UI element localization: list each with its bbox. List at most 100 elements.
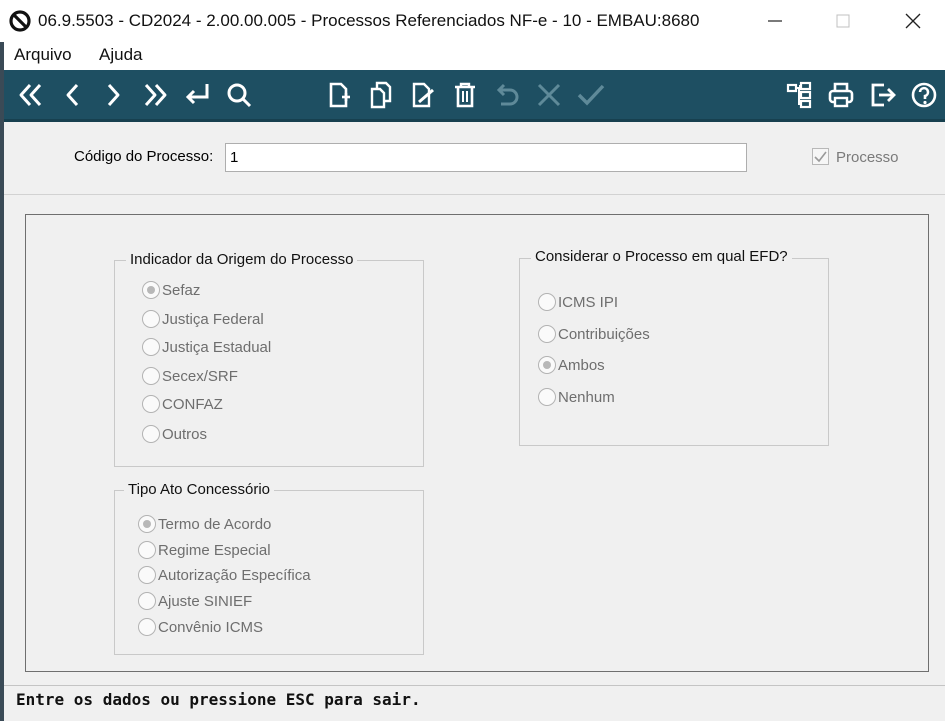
minimize-icon xyxy=(768,20,782,22)
radio-button[interactable] xyxy=(138,515,156,533)
close-button[interactable] xyxy=(890,0,936,42)
radio-label: Ajuste SINIEF xyxy=(158,592,253,610)
window-title: 06.9.5503 - CD2024 - 2.00.00.005 - Proce… xyxy=(38,11,700,30)
radio-label: Regime Especial xyxy=(158,541,271,559)
processo-label: Processo xyxy=(836,149,898,166)
radio-tipo-regime-especial[interactable]: Regime Especial xyxy=(138,541,271,559)
radio-label: Justiça Federal xyxy=(162,310,264,328)
cancel-icon xyxy=(537,83,561,107)
new-record-button[interactable] xyxy=(322,78,356,112)
radio-label: ICMS IPI xyxy=(558,293,619,311)
codigo-label: Código do Processo: xyxy=(74,148,214,165)
radio-tipo-autorizacao[interactable]: Autorização Específica xyxy=(138,566,311,584)
print-icon xyxy=(828,82,854,108)
undo-button[interactable] xyxy=(490,78,524,112)
maximize-button[interactable] xyxy=(820,0,866,42)
exit-button[interactable] xyxy=(866,78,900,112)
radio-button[interactable] xyxy=(142,281,160,299)
structure-button[interactable] xyxy=(782,78,816,112)
radio-label: Sefaz xyxy=(162,281,201,299)
processo-checkbox[interactable] xyxy=(812,148,829,165)
radio-label: Convênio ICMS xyxy=(158,618,264,636)
next-record-icon xyxy=(107,83,120,107)
radio-label: Termo de Acordo xyxy=(158,515,272,533)
radio-origem-sefaz[interactable]: Sefaz xyxy=(142,281,200,299)
radio-efd-ambos[interactable]: Ambos xyxy=(538,356,605,374)
help-button[interactable] xyxy=(907,78,941,112)
radio-button[interactable] xyxy=(138,541,156,559)
previous-record-button[interactable] xyxy=(56,78,90,112)
search-icon xyxy=(227,83,252,108)
tree-structure-icon xyxy=(786,81,812,109)
enter-icon xyxy=(185,84,209,105)
next-record-button[interactable] xyxy=(96,78,130,112)
cancel-button[interactable] xyxy=(532,78,566,112)
radio-origem-justica-estadual[interactable]: Justiça Estadual xyxy=(142,338,271,356)
print-button[interactable] xyxy=(824,78,858,112)
radio-button[interactable] xyxy=(538,388,556,406)
radio-button[interactable] xyxy=(142,338,160,356)
checkmark-icon xyxy=(814,151,827,163)
efd-group xyxy=(519,258,829,446)
radio-tipo-ajuste-sinief[interactable]: Ajuste SINIEF xyxy=(138,592,252,610)
radio-label: Justiça Estadual xyxy=(162,338,272,356)
radio-button[interactable] xyxy=(138,618,156,636)
exit-icon xyxy=(871,83,896,107)
undo-icon xyxy=(496,83,519,106)
copy-record-button[interactable] xyxy=(364,78,398,112)
delete-icon xyxy=(455,82,475,108)
last-record-icon xyxy=(144,83,167,107)
radio-efd-nenhum[interactable]: Nenhum xyxy=(538,388,615,406)
last-record-button[interactable] xyxy=(138,78,172,112)
codigo-input[interactable]: 1 xyxy=(225,143,747,172)
confirm-icon xyxy=(577,84,605,106)
radio-button[interactable] xyxy=(538,356,556,374)
previous-record-icon xyxy=(66,83,79,107)
maximize-icon xyxy=(836,14,850,28)
radio-label: Secex/SRF xyxy=(162,367,238,385)
first-record-icon xyxy=(19,83,42,107)
radio-button[interactable] xyxy=(142,367,160,385)
confirm-button[interactable] xyxy=(574,78,608,112)
efd-group-title: Considerar o Processo em qual EFD? xyxy=(531,248,792,265)
radio-button[interactable] xyxy=(142,395,160,413)
new-document-icon xyxy=(329,82,350,108)
radio-label: Autorização Específica xyxy=(158,566,311,584)
radio-efd-contribuicoes[interactable]: Contribuições xyxy=(538,325,650,343)
copy-document-icon xyxy=(370,81,392,109)
menu-ajuda[interactable]: Ajuda xyxy=(99,45,142,65)
edit-document-icon xyxy=(412,82,434,108)
edit-record-button[interactable] xyxy=(406,78,440,112)
radio-tipo-convenio-icms[interactable]: Convênio ICMS xyxy=(138,618,263,636)
radio-label: Contribuições xyxy=(558,325,650,343)
radio-efd-icms-ipi[interactable]: ICMS IPI xyxy=(538,293,618,311)
origem-group-title: Indicador da Origem do Processo xyxy=(126,251,358,268)
radio-origem-outros[interactable]: Outros xyxy=(142,425,207,443)
first-record-button[interactable] xyxy=(14,78,48,112)
radio-button[interactable] xyxy=(538,293,556,311)
menu-arquivo[interactable]: Arquivo xyxy=(14,45,72,65)
minimize-button[interactable] xyxy=(752,0,798,42)
radio-button[interactable] xyxy=(138,566,156,584)
search-button[interactable] xyxy=(222,78,256,112)
radio-label: Outros xyxy=(162,425,208,443)
radio-origem-justica-federal[interactable]: Justiça Federal xyxy=(142,310,264,328)
close-icon xyxy=(905,13,921,29)
delete-button[interactable] xyxy=(448,78,482,112)
enter-button[interactable] xyxy=(180,78,214,112)
radio-tipo-termo-acordo[interactable]: Termo de Acordo xyxy=(138,515,271,533)
radio-label: CONFAZ xyxy=(162,395,223,413)
radio-label: Ambos xyxy=(558,356,605,374)
radio-origem-secex-srf[interactable]: Secex/SRF xyxy=(142,367,238,385)
radio-button[interactable] xyxy=(142,310,160,328)
radio-button[interactable] xyxy=(138,592,156,610)
status-text: Entre os dados ou pressione ESC para sai… xyxy=(16,690,421,709)
tipo-ato-group-title: Tipo Ato Concessório xyxy=(124,481,275,498)
radio-button[interactable] xyxy=(538,325,556,343)
radio-label: Nenhum xyxy=(558,388,615,406)
radio-origem-confaz[interactable]: CONFAZ xyxy=(142,395,223,413)
app-logo-icon xyxy=(9,10,31,32)
menu-bar xyxy=(4,42,945,70)
radio-button[interactable] xyxy=(142,425,160,443)
help-icon xyxy=(911,82,937,108)
